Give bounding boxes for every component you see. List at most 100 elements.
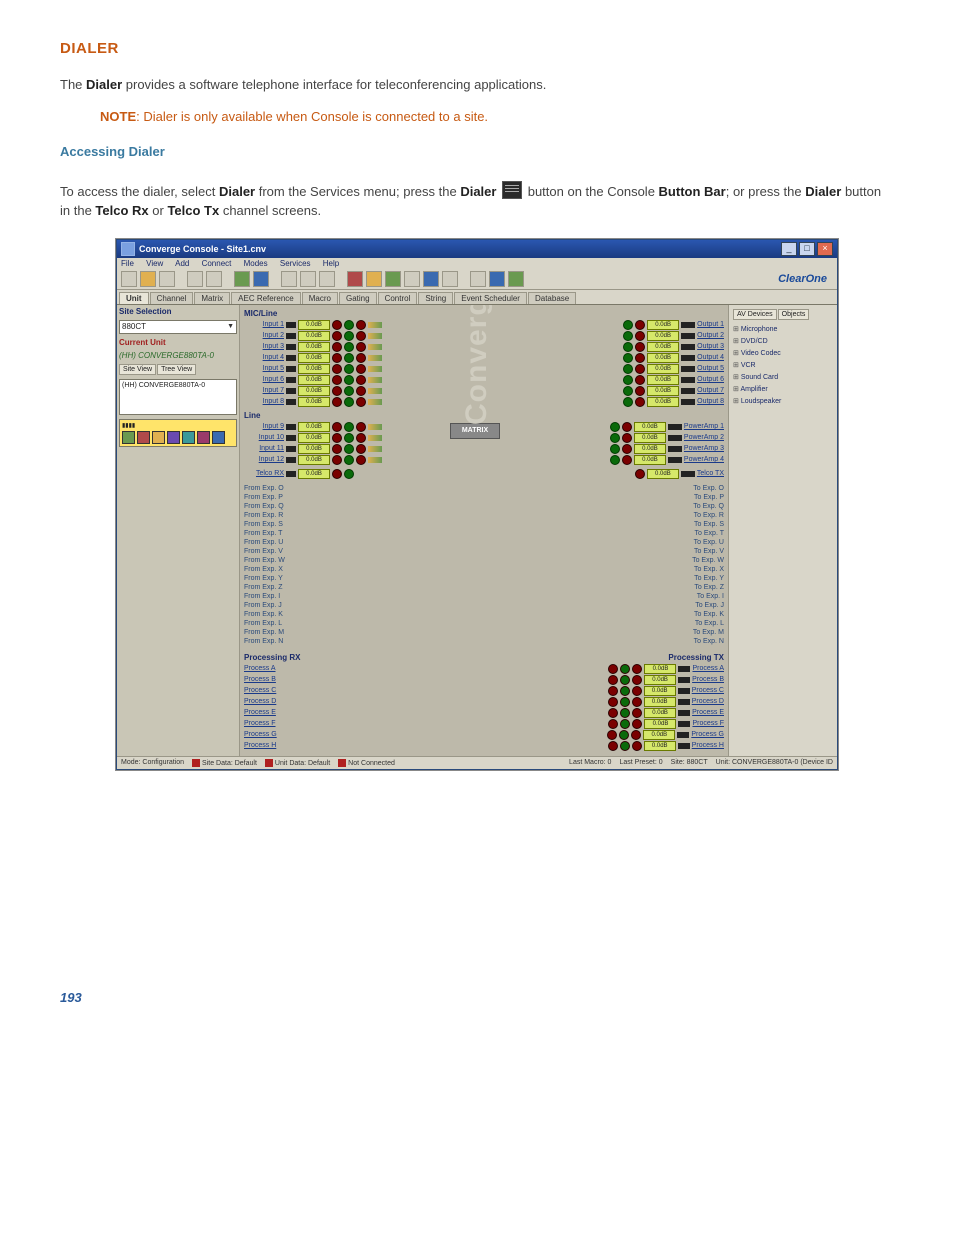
input-label[interactable]: Input 2 (244, 332, 284, 339)
device-node[interactable]: Sound Card (733, 372, 833, 384)
knob-icon[interactable] (623, 353, 633, 363)
knob-icon[interactable] (623, 320, 633, 330)
knob-icon[interactable] (344, 331, 354, 341)
gain-readout[interactable]: 0.0dB (647, 386, 679, 396)
tab-macro[interactable]: Macro (302, 292, 338, 304)
knob-icon[interactable] (356, 331, 366, 341)
knob-icon[interactable] (332, 455, 342, 465)
knob-icon[interactable] (622, 433, 632, 443)
knob-icon[interactable] (356, 433, 366, 443)
knob-icon[interactable] (344, 375, 354, 385)
mini-icon[interactable] (152, 431, 165, 444)
knob-icon[interactable] (344, 364, 354, 374)
tb-icon[interactable] (347, 271, 363, 287)
output-label[interactable]: PowerAmp 2 (684, 434, 724, 441)
gain-readout[interactable]: 0.0dB (634, 422, 666, 432)
input-label[interactable]: Input 6 (244, 376, 284, 383)
knob-icon[interactable] (344, 433, 354, 443)
process-in-label[interactable]: Process B (244, 676, 294, 683)
knob-icon[interactable] (356, 375, 366, 385)
knob-icon[interactable] (619, 730, 629, 740)
output-label[interactable]: PowerAmp 1 (684, 423, 724, 430)
knob-icon[interactable] (622, 455, 632, 465)
mini-icon[interactable] (197, 431, 210, 444)
knob-icon[interactable] (356, 444, 366, 454)
process-in-label[interactable]: Process E (244, 709, 294, 716)
knob-icon[interactable] (632, 719, 642, 729)
tb-mute-icon[interactable] (470, 271, 486, 287)
gain-readout[interactable]: 0.0dB (647, 375, 679, 385)
output-label[interactable]: Output 8 (697, 398, 724, 405)
mini-icon[interactable] (122, 431, 135, 444)
knob-icon[interactable] (356, 422, 366, 432)
knob-icon[interactable] (332, 320, 342, 330)
output-label[interactable]: Output 7 (697, 387, 724, 394)
knob-icon[interactable] (608, 719, 618, 729)
gain-readout[interactable]: 0.0dB (647, 320, 679, 330)
knob-icon[interactable] (332, 444, 342, 454)
knob-icon[interactable] (622, 422, 632, 432)
gain-readout[interactable]: 0.0dB (298, 444, 330, 454)
device-node[interactable]: Loudspeaker (733, 396, 833, 408)
tb-icon[interactable] (206, 271, 222, 287)
knob-icon[interactable] (332, 469, 342, 479)
tab-aec-reference[interactable]: AEC Reference (231, 292, 301, 304)
knob-icon[interactable] (356, 364, 366, 374)
tb-icon[interactable] (423, 271, 439, 287)
gain-readout[interactable]: 0.0dB (647, 342, 679, 352)
gain-readout[interactable]: 0.0dB (643, 730, 675, 740)
tb-icon[interactable] (300, 271, 316, 287)
knob-icon[interactable] (608, 675, 618, 685)
tab-event-scheduler[interactable]: Event Scheduler (454, 292, 527, 304)
knob-icon[interactable] (608, 664, 618, 674)
device-node[interactable]: Microphone (733, 324, 833, 336)
tab-channel[interactable]: Channel (150, 292, 194, 304)
tb-icon[interactable] (442, 271, 458, 287)
knob-icon[interactable] (620, 741, 630, 751)
gain-readout[interactable]: 0.0dB (298, 422, 330, 432)
process-in-label[interactable]: Process A (244, 665, 294, 672)
knob-icon[interactable] (632, 664, 642, 674)
knob-icon[interactable] (344, 444, 354, 454)
knob-icon[interactable] (632, 697, 642, 707)
knob-icon[interactable] (344, 386, 354, 396)
knob-icon[interactable] (332, 397, 342, 407)
maximize-button[interactable]: □ (799, 242, 815, 256)
input-label[interactable]: Input 8 (244, 398, 284, 405)
input-label[interactable]: Input 4 (244, 354, 284, 361)
gain-readout[interactable]: 0.0dB (634, 444, 666, 454)
knob-icon[interactable] (635, 386, 645, 396)
tab-database[interactable]: Database (528, 292, 576, 304)
knob-icon[interactable] (635, 331, 645, 341)
process-out-label[interactable]: Process H (692, 742, 724, 749)
knob-icon[interactable] (635, 320, 645, 330)
knob-icon[interactable] (356, 342, 366, 352)
output-label[interactable]: PowerAmp 3 (684, 445, 724, 452)
knob-icon[interactable] (344, 422, 354, 432)
knob-icon[interactable] (332, 422, 342, 432)
mini-icon[interactable] (167, 431, 180, 444)
gain-readout[interactable]: 0.0dB (647, 331, 679, 341)
gain-readout[interactable]: 0.0dB (647, 364, 679, 374)
knob-icon[interactable] (608, 708, 618, 718)
gain-readout[interactable]: 0.0dB (644, 697, 676, 707)
knob-icon[interactable] (623, 397, 633, 407)
gain-readout[interactable]: 0.0dB (298, 364, 330, 374)
knob-icon[interactable] (356, 455, 366, 465)
gain-readout[interactable]: 0.0dB (644, 741, 676, 751)
knob-icon[interactable] (632, 675, 642, 685)
tb-icon[interactable] (234, 271, 250, 287)
menu-file[interactable]: File (121, 259, 134, 268)
gain-readout[interactable]: 0.0dB (647, 397, 679, 407)
tab-control[interactable]: Control (378, 292, 418, 304)
process-out-label[interactable]: Process E (692, 709, 724, 716)
process-out-label[interactable]: Process F (692, 720, 724, 727)
minimize-button[interactable]: _ (781, 242, 797, 256)
tb-icon[interactable] (385, 271, 401, 287)
mini-icon[interactable] (137, 431, 150, 444)
tree-unit-row[interactable]: (HH) CONVERGE880TA-0 (122, 382, 234, 389)
unit-tree[interactable]: (HH) CONVERGE880TA-0 (119, 379, 237, 415)
telco-tx-label[interactable]: Telco TX (697, 470, 724, 477)
tb-icon[interactable] (404, 271, 420, 287)
knob-icon[interactable] (610, 455, 620, 465)
